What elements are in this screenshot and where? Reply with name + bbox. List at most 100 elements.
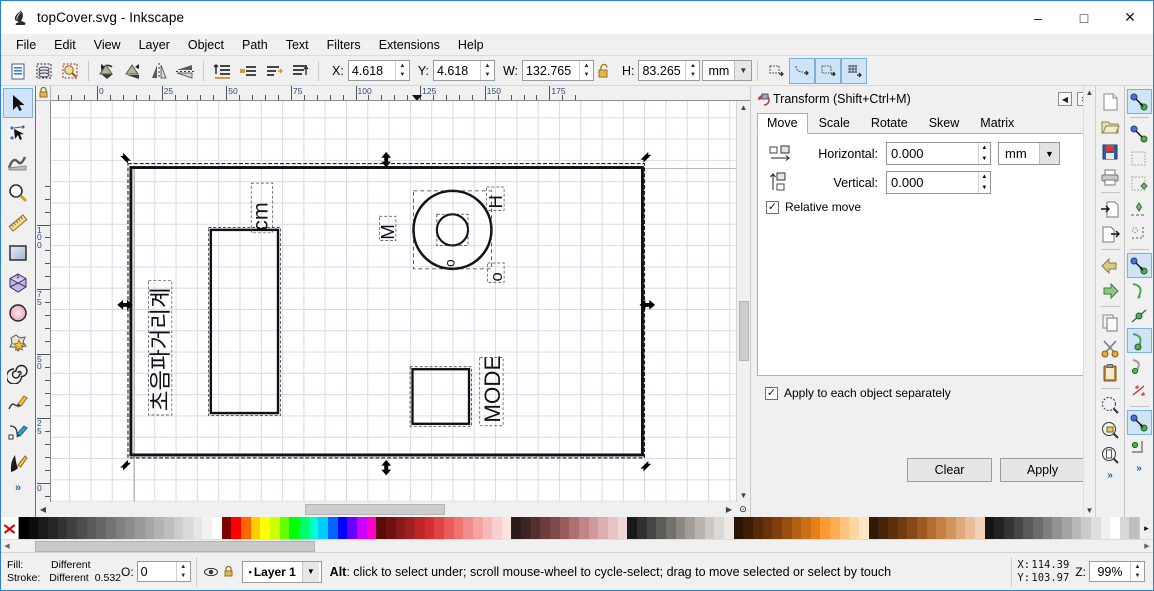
- palette-swatch[interactable]: [414, 517, 425, 539]
- palette-swatch[interactable]: [1081, 517, 1091, 539]
- palette-swatch[interactable]: [801, 517, 811, 539]
- raise-to-top-icon[interactable]: [209, 58, 235, 84]
- tab-rotate[interactable]: Rotate: [861, 113, 918, 133]
- palette-swatch[interactable]: [955, 517, 966, 539]
- collapse-dialog-button[interactable]: ◀: [1058, 92, 1072, 106]
- horizontal-input[interactable]: [887, 143, 978, 164]
- palette-swatch[interactable]: [1119, 517, 1130, 539]
- apply-button[interactable]: Apply: [1000, 458, 1085, 482]
- opacity-control[interactable]: O: ▲▼: [121, 561, 191, 582]
- palette-swatch[interactable]: [511, 517, 522, 539]
- menu-text[interactable]: Text: [277, 36, 318, 54]
- palette-swatch[interactable]: [144, 517, 155, 539]
- snap-bbox-center-icon[interactable]: [1127, 221, 1152, 246]
- palette-swatch[interactable]: [723, 517, 734, 539]
- menu-help[interactable]: Help: [449, 36, 493, 54]
- printer-icon[interactable]: [1098, 164, 1123, 189]
- rotate-90-cw-icon[interactable]: [120, 58, 146, 84]
- palette-swatch[interactable]: [646, 517, 657, 539]
- palette-swatch[interactable]: [965, 517, 975, 539]
- w-input[interactable]: [522, 61, 579, 80]
- palette-swatch[interactable]: [115, 517, 126, 539]
- palette-swatch[interactable]: [694, 517, 705, 539]
- relative-move-checkbox[interactable]: ✓: [766, 200, 779, 214]
- horizontal-ruler[interactable]: 0 25 50 75 100 125 150 175: [51, 86, 750, 101]
- palette-swatch[interactable]: [47, 517, 58, 539]
- palette-swatch[interactable]: [250, 517, 261, 539]
- palette-swatch[interactable]: [173, 517, 184, 539]
- palette-swatch[interactable]: [202, 517, 213, 539]
- pencil-tool[interactable]: [3, 388, 33, 418]
- vertical-input[interactable]: [887, 172, 978, 193]
- close-button[interactable]: ✕: [1107, 1, 1153, 34]
- palette-swatch[interactable]: [154, 517, 164, 539]
- palette-swatch[interactable]: [453, 517, 464, 539]
- dock-scroll-down-arrow[interactable]: ▼: [1086, 506, 1094, 515]
- palette-swatch[interactable]: [347, 517, 357, 539]
- snap-intersection-icon[interactable]: [1127, 303, 1152, 328]
- palette-swatch[interactable]: [241, 517, 251, 539]
- palette-swatch[interactable]: [791, 517, 802, 539]
- menu-extensions[interactable]: Extensions: [370, 36, 449, 54]
- palette-swatch[interactable]: [86, 517, 97, 539]
- menu-layer[interactable]: Layer: [130, 36, 179, 54]
- selector-tool[interactable]: [3, 88, 33, 118]
- flip-horizontal-icon[interactable]: [146, 58, 172, 84]
- palette-swatch[interactable]: [308, 517, 319, 539]
- menu-object[interactable]: Object: [179, 36, 233, 54]
- raise-icon[interactable]: [235, 58, 261, 84]
- palette-swatch[interactable]: [501, 517, 512, 539]
- palette-swatch[interactable]: [665, 517, 676, 539]
- import-file-icon[interactable]: [1098, 196, 1123, 221]
- palette-swatch[interactable]: [830, 517, 840, 539]
- palette-swatch[interactable]: [974, 517, 985, 539]
- palette-swatch[interactable]: [356, 517, 367, 539]
- palette-swatch[interactable]: [897, 517, 908, 539]
- palette-swatch[interactable]: [656, 517, 666, 539]
- palette-swatch[interactable]: [868, 517, 879, 539]
- snap-cusp-icon[interactable]: [1126, 328, 1152, 353]
- units-select[interactable]: mm ▼: [702, 60, 753, 81]
- palette-swatch[interactable]: [328, 517, 338, 539]
- snap-bbox-edge-icon[interactable]: [1127, 146, 1152, 171]
- artwork-layer[interactable]: cm 초음파거리계 M H o o MODE: [51, 101, 736, 502]
- canvas-horizontal-scrollbar[interactable]: ◀ ▶ ⊙: [36, 502, 750, 517]
- zoom-stepper[interactable]: ▲ ▼: [1130, 562, 1144, 581]
- command-bar-overflow[interactable]: »: [1107, 470, 1113, 481]
- undo-arrow-icon[interactable]: [1098, 253, 1123, 278]
- snap-magnet-icon[interactable]: [1126, 89, 1152, 114]
- palette-swatch[interactable]: [299, 517, 309, 539]
- horizontal-scroll-thumb[interactable]: [305, 504, 445, 515]
- scroll-up-arrow[interactable]: ▲: [740, 101, 748, 114]
- palette-swatch[interactable]: [878, 517, 889, 539]
- palette-swatch[interactable]: [105, 517, 116, 539]
- palette-swatch[interactable]: [443, 517, 454, 539]
- palette-swatch[interactable]: [279, 517, 290, 539]
- palette-swatch[interactable]: [134, 517, 145, 539]
- lower-icon[interactable]: [261, 58, 287, 84]
- h-field[interactable]: ▲▼: [638, 60, 701, 81]
- chevron-down-icon[interactable]: ▼: [1039, 143, 1059, 164]
- palette-swatch[interactable]: [28, 517, 39, 539]
- snap-bbox-icon[interactable]: [1127, 121, 1152, 146]
- snap-midpoint-icon[interactable]: [1127, 378, 1152, 403]
- scroll-right-arrow[interactable]: ▶: [722, 505, 736, 514]
- layer-select[interactable]: • Layer 1 ▼: [241, 560, 322, 583]
- lock-open-icon[interactable]: [594, 58, 614, 84]
- palette-swatch[interactable]: [1100, 517, 1111, 539]
- canvas-zoom-corner-icon[interactable]: ⊙: [736, 504, 750, 515]
- dock-scrollbar[interactable]: ▲ ▼: [1083, 86, 1095, 517]
- snap-path-icon[interactable]: [1127, 278, 1152, 303]
- flip-vertical-icon[interactable]: [172, 58, 198, 84]
- palette-swatch[interactable]: [994, 517, 1004, 539]
- x-stepper[interactable]: ▲ ▼: [394, 61, 409, 80]
- snap-bbox-midpoint-icon[interactable]: [1127, 196, 1152, 221]
- zoom-control[interactable]: Z: ▲▼: [1075, 561, 1151, 582]
- vertical-scroll-thumb[interactable]: [739, 301, 749, 361]
- dock-scroll-up-arrow[interactable]: ▲: [1086, 88, 1094, 97]
- palette-swatch[interactable]: [1090, 517, 1101, 539]
- palette-swatch[interactable]: [926, 517, 937, 539]
- menu-file[interactable]: File: [7, 36, 45, 54]
- spiral-tool[interactable]: [3, 358, 33, 388]
- scale-stroke-width-icon[interactable]: [763, 58, 789, 84]
